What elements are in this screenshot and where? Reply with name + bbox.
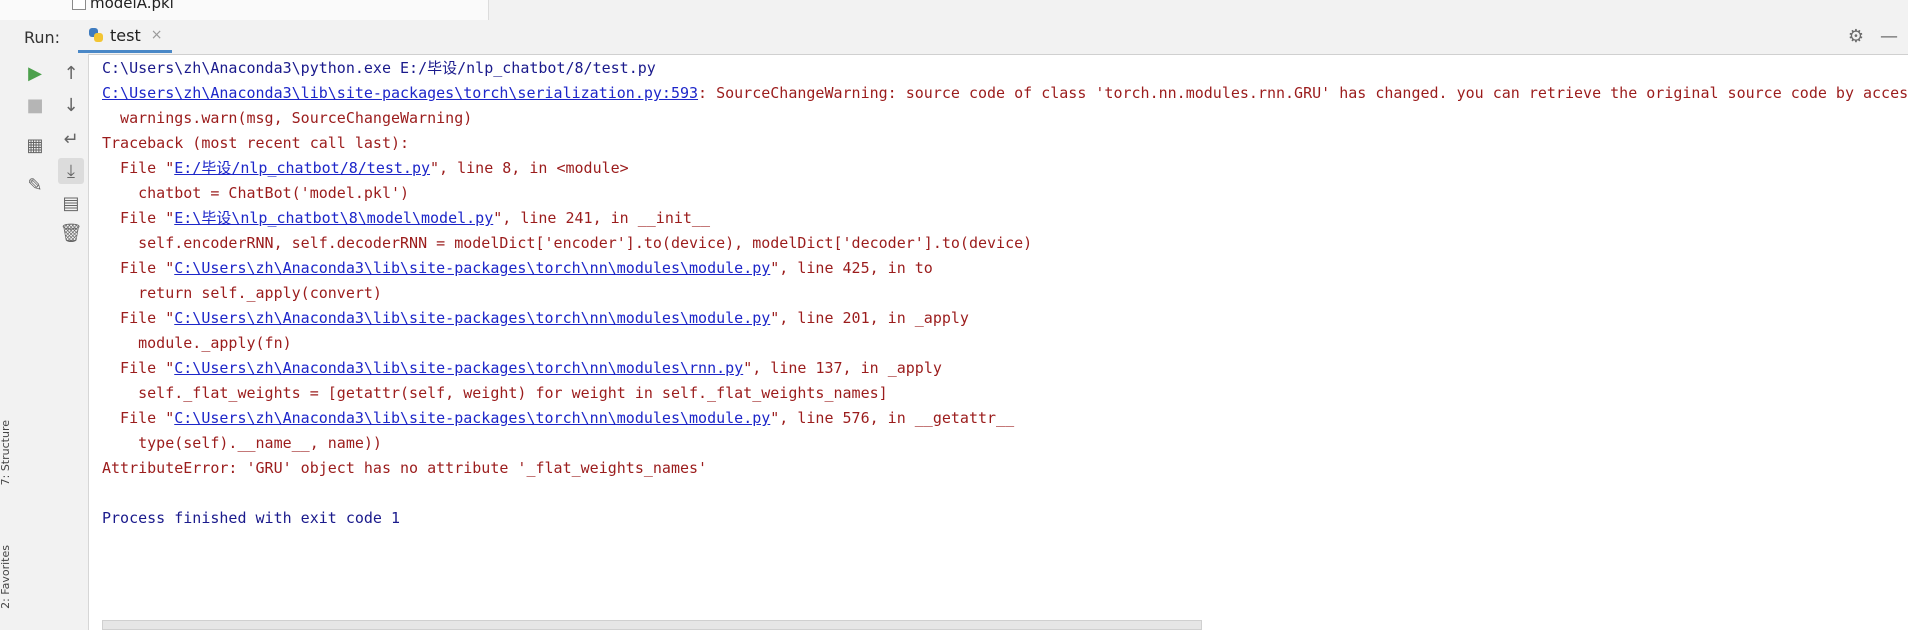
trace-suffix: ", line 241, in __init__ [493,209,710,227]
run-tab-title: test [110,25,141,45]
console-line: AttributeError: 'GRU' object has no attr… [102,459,708,477]
console-line: C:\Users\zh\Anaconda3\lib\site-packages\… [102,81,1908,106]
trash-icon[interactable]: 🗑 [58,220,84,246]
run-tab-test[interactable]: test × [78,20,173,53]
trace-suffix: ", line 425, in to [770,259,933,277]
console-line: File "E:\毕设\nlp_chatbot\8\model\model.py… [102,206,1908,231]
trace-prefix: File " [102,209,175,227]
python-icon [88,27,104,43]
console-line: File "E:/毕设/nlp_chatbot/8/test.py", line… [102,156,1908,181]
file-link[interactable]: C:\Users\zh\Anaconda3\lib\site-packages\… [174,409,770,427]
horizontal-scrollbar[interactable] [102,620,1202,630]
console-line: type(self).__name__, name)) [102,434,382,452]
trace-prefix: File " [102,359,175,377]
console-line: Process finished with exit code 1 [102,509,401,527]
console-line: warnings.warn(msg, SourceChangeWarning) [102,109,473,127]
file-link[interactable]: C:\Users\zh\Anaconda3\lib\site-packages\… [174,309,770,327]
project-file-item[interactable]: modelA.pkl [72,0,174,12]
print-icon[interactable]: ▤ [58,190,84,216]
gear-icon[interactable]: ⚙ [1848,26,1864,47]
console-line: File "C:\Users\zh\Anaconda3\lib\site-pac… [102,256,1908,281]
trace-prefix: File " [102,309,175,327]
header-actions: ⚙ — [1848,26,1908,47]
console-line: File "C:\Users\zh\Anaconda3\lib\site-pac… [102,356,1908,381]
file-icon [72,0,86,10]
scroll-to-end-icon[interactable]: ⤓ [58,158,84,184]
file-link[interactable]: C:\Users\zh\Anaconda3\lib\site-packages\… [174,259,770,277]
down-arrow-icon[interactable]: ↓ [58,92,84,118]
soft-wrap-icon[interactable]: ↵ [58,126,84,152]
run-tool-window-header: Run: test × ⚙ — [14,20,1908,55]
trace-prefix: File " [102,259,175,277]
left-tool-strip: 7: Structure 2: Favorites [0,20,15,630]
console-output[interactable]: C:\Users\zh\Anaconda3\python.exe E:/毕设/n… [102,56,1908,616]
close-icon[interactable]: × [151,27,163,43]
console-line: module._apply(fn) [102,334,292,352]
structure-tool-tab[interactable]: 7: Structure [0,420,12,485]
file-link[interactable]: C:\Users\zh\Anaconda3\lib\site-packages\… [174,359,743,377]
console-line: File "C:\Users\zh\Anaconda3\lib\site-pac… [102,406,1908,431]
pin-icon[interactable]: ✎ [22,172,48,198]
console-line: chatbot = ChatBot('model.pkl') [102,184,410,202]
trace-suffix: ", line 201, in _apply [770,309,969,327]
trace-suffix: ", line 8, in <module> [430,159,629,177]
trace-prefix: File " [102,409,175,427]
layout-icon[interactable]: ▦ [22,132,48,158]
source-link[interactable]: C:\Users\zh\Anaconda3\lib\site-packages\… [102,84,698,102]
console-line: C:\Users\zh\Anaconda3\python.exe E:/毕设/n… [102,59,656,77]
console-line: File "C:\Users\zh\Anaconda3\lib\site-pac… [102,306,1908,331]
console-line: self.encoderRNN, self.decoderRNN = model… [102,234,1033,252]
project-file-name: modelA.pkl [90,0,174,12]
stop-icon[interactable]: ■ [22,92,48,118]
console-line: self._flat_weights = [getattr(self, weig… [102,384,888,402]
trace-suffix: ", line 576, in __getattr__ [770,409,1015,427]
play-icon[interactable]: ▶ [22,60,48,86]
run-label: Run: [24,28,61,47]
warning-text: : SourceChangeWarning: source code of cl… [698,84,1908,102]
file-link[interactable]: E:\毕设\nlp_chatbot\8\model\model.py [174,209,493,227]
top-strip: modelA.pkl [0,0,1908,21]
run-toolbar: ▶ ↑ ■ ↓ ↵ ▦ ⤓ ✎ ▤ 🗑 [14,54,89,630]
console-line: return self._apply(convert) [102,284,382,302]
trace-prefix: File " [102,159,175,177]
trace-suffix: ", line 137, in _apply [743,359,942,377]
minimize-icon[interactable]: — [1880,26,1898,47]
console-line: Traceback (most recent call last): [102,134,410,152]
up-arrow-icon[interactable]: ↑ [58,60,84,86]
favorites-tool-tab[interactable]: 2: Favorites [0,545,12,609]
file-link[interactable]: E:/毕设/nlp_chatbot/8/test.py [174,159,430,177]
